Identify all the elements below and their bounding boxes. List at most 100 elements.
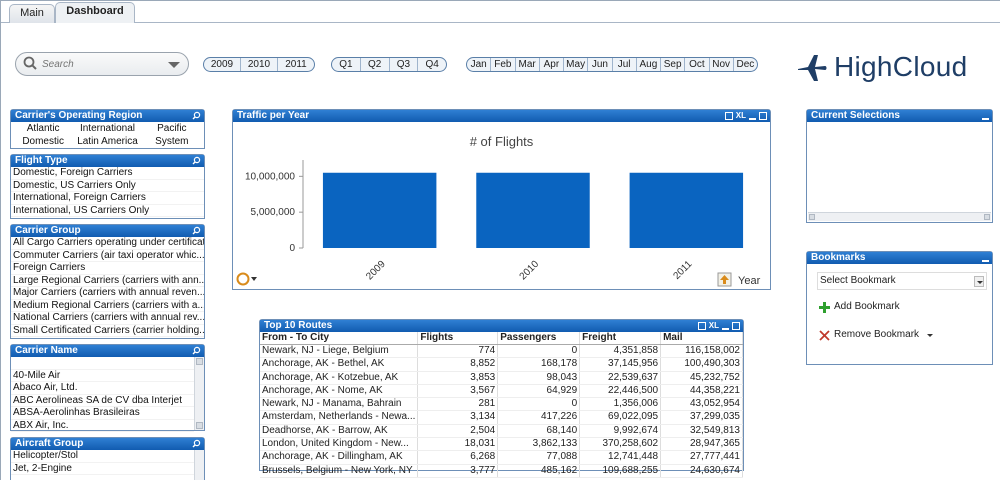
month-button-jan[interactable]: Jan — [467, 58, 492, 71]
column-header[interactable]: Freight — [579, 332, 662, 345]
add-bookmark-button[interactable]: Add Bookmark — [819, 300, 900, 314]
list-item[interactable]: Abaco Air, Ltd. — [11, 382, 194, 395]
list-item[interactable]: 40-Mile Air — [11, 370, 194, 382]
tab-main[interactable]: Main — [9, 4, 55, 23]
table-row[interactable]: London, United Kingdom - New... 18,031 3,8… — [260, 437, 743, 452]
table-row[interactable]: Brussels, Belgium - New York, NY 3,777 485… — [260, 464, 743, 478]
quarter-button-q3[interactable]: Q3 — [390, 58, 419, 71]
column-header[interactable]: Flights — [417, 332, 499, 345]
table-cell: 3,777 — [417, 464, 499, 478]
horizontal-scrollbar[interactable] — [808, 212, 991, 221]
minimize-icon[interactable] — [722, 327, 729, 330]
search-icon[interactable] — [192, 439, 201, 448]
table-row[interactable]: Newark, NJ - Liege, Belgium 774 0 4,351,858… — [260, 344, 743, 359]
list-item[interactable]: International, US Carriers Only — [11, 205, 204, 217]
year-button-2009[interactable]: 2009 — [204, 58, 241, 71]
table-row[interactable]: Amsterdam, Netherlands - Newa... 3,134 417… — [260, 410, 743, 425]
list-item[interactable]: Domestic, US Carriers Only — [11, 180, 204, 192]
table-row[interactable]: Anchorage, AK - Bethel, AK 8,852 168,178 37… — [260, 357, 743, 372]
column-header[interactable]: Passengers — [497, 332, 581, 345]
print-icon[interactable] — [697, 322, 706, 330]
month-button-jun[interactable]: Jun — [588, 58, 613, 71]
quarter-button-q2[interactable]: Q2 — [361, 58, 390, 71]
export-excel-icon[interactable]: XL — [736, 110, 746, 122]
table-row[interactable]: Anchorage, AK - Kotzebue, AK 3,853 98,043 2… — [260, 371, 743, 385]
list-item[interactable]: ABSA-Aerolinhas Brasileiras — [11, 407, 194, 420]
chevron-down-icon[interactable] — [974, 276, 984, 287]
list-item[interactable]: ABC Aerolineas SA de CV dba Interjet — [11, 395, 194, 407]
year-button-2011[interactable]: 2011 — [278, 58, 314, 71]
scroll-down-arrow[interactable] — [196, 422, 203, 429]
tab-dashboard[interactable]: Dashboard — [55, 2, 135, 24]
month-button-aug[interactable]: Aug — [637, 58, 661, 71]
scroll-left-arrow[interactable] — [809, 214, 815, 220]
list-item[interactable]: Foreign Carriers — [11, 262, 204, 275]
list-item[interactable]: Domestic — [11, 136, 75, 149]
search-input[interactable] — [42, 57, 162, 72]
export-excel-icon[interactable]: XL — [709, 320, 719, 332]
chevron-down-icon[interactable] — [927, 333, 934, 337]
scroll-up-arrow[interactable] — [196, 358, 203, 365]
list-item[interactable] — [11, 357, 194, 370]
list-item[interactable]: System — [140, 136, 204, 149]
vertical-scrollbar[interactable] — [194, 450, 204, 480]
year-button-2010[interactable]: 2010 — [241, 58, 278, 71]
list-item[interactable]: Domestic, Foreign Carriers — [11, 167, 204, 180]
table-row[interactable]: Newark, NJ - Manama, Bahrain 281 0 1,356,00… — [260, 397, 743, 412]
month-button-jul[interactable]: Jul — [613, 58, 637, 71]
minimize-icon[interactable] — [749, 117, 756, 120]
search-icon[interactable] — [192, 346, 201, 355]
list-item[interactable]: Major Carriers (carriers with annual rev… — [11, 287, 204, 300]
table-row[interactable]: Anchorage, AK - Nome, AK 3,567 64,929 22,44… — [260, 384, 743, 399]
table-cell: 3,567 — [417, 384, 499, 399]
vertical-scrollbar[interactable] — [194, 357, 204, 430]
list-item[interactable]: Small Certificated Carriers (carrier hol… — [11, 325, 204, 337]
month-button-apr[interactable]: Apr — [540, 58, 564, 71]
bar-2010[interactable] — [476, 172, 590, 248]
month-button-may[interactable]: May — [564, 58, 589, 71]
column-header[interactable]: From - To City — [260, 332, 419, 345]
minimize-icon[interactable] — [982, 259, 989, 262]
list-item[interactable]: Latin America — [75, 136, 139, 149]
list-item[interactable]: Atlantic — [11, 123, 75, 136]
list-item[interactable]: International — [75, 123, 139, 136]
bar-2011[interactable] — [629, 172, 744, 248]
maximize-icon[interactable] — [759, 112, 767, 120]
minimize-icon[interactable] — [982, 117, 989, 120]
month-button-nov[interactable]: Nov — [710, 58, 734, 71]
month-button-dec[interactable]: Dec — [734, 58, 757, 71]
month-button-sep[interactable]: Sep — [661, 58, 686, 71]
quarter-button-q4[interactable]: Q4 — [418, 58, 446, 71]
list-item[interactable]: ABX Air, Inc. — [11, 420, 194, 432]
chevron-down-icon[interactable] — [168, 62, 180, 68]
search-box[interactable] — [15, 52, 189, 76]
list-item[interactable]: National Carriers (carriers with annual … — [11, 312, 204, 325]
list-item[interactable]: All Cargo Carriers operating under certi… — [11, 237, 204, 250]
search-icon[interactable] — [192, 156, 201, 165]
table-row[interactable]: Deadhorse, AK - Barrow, AK 2,504 68,140 9,9… — [260, 424, 743, 439]
month-button-mar[interactable]: Mar — [516, 58, 540, 71]
list-item[interactable]: Helicopter/Stol — [11, 450, 194, 463]
chevron-down-icon[interactable] — [251, 277, 257, 281]
maximize-icon[interactable] — [732, 322, 740, 330]
table-cell: 22,539,637 — [579, 371, 662, 385]
select-bookmark-dropdown[interactable]: Select Bookmark — [817, 272, 987, 290]
column-header[interactable]: Mail — [660, 332, 743, 345]
list-item[interactable]: Medium Regional Carriers (carriers with … — [11, 300, 204, 312]
month-button-oct[interactable]: Oct — [685, 58, 710, 71]
list-item[interactable]: Commuter Carriers (air taxi operator whi… — [11, 250, 204, 262]
print-icon[interactable] — [724, 112, 733, 120]
table-row[interactable]: Anchorage, AK - Dillingham, AK 6,268 77,08… — [260, 450, 743, 465]
list-item[interactable]: Pacific — [140, 123, 204, 136]
bar-2009[interactable] — [322, 172, 437, 248]
search-icon[interactable] — [192, 226, 201, 235]
scroll-right-arrow[interactable] — [984, 214, 990, 220]
list-item[interactable]: Large Regional Carriers (carriers with a… — [11, 275, 204, 287]
remove-bookmark-button[interactable]: Remove Bookmark — [819, 328, 934, 342]
quarter-button-q1[interactable]: Q1 — [332, 58, 361, 71]
list-item[interactable]: International, Foreign Carriers — [11, 192, 204, 205]
search-icon[interactable] — [192, 111, 201, 120]
list-item[interactable]: Jet, 2-Engine — [11, 463, 194, 475]
cycle-icon[interactable] — [236, 272, 250, 286]
month-button-feb[interactable]: Feb — [491, 58, 516, 71]
